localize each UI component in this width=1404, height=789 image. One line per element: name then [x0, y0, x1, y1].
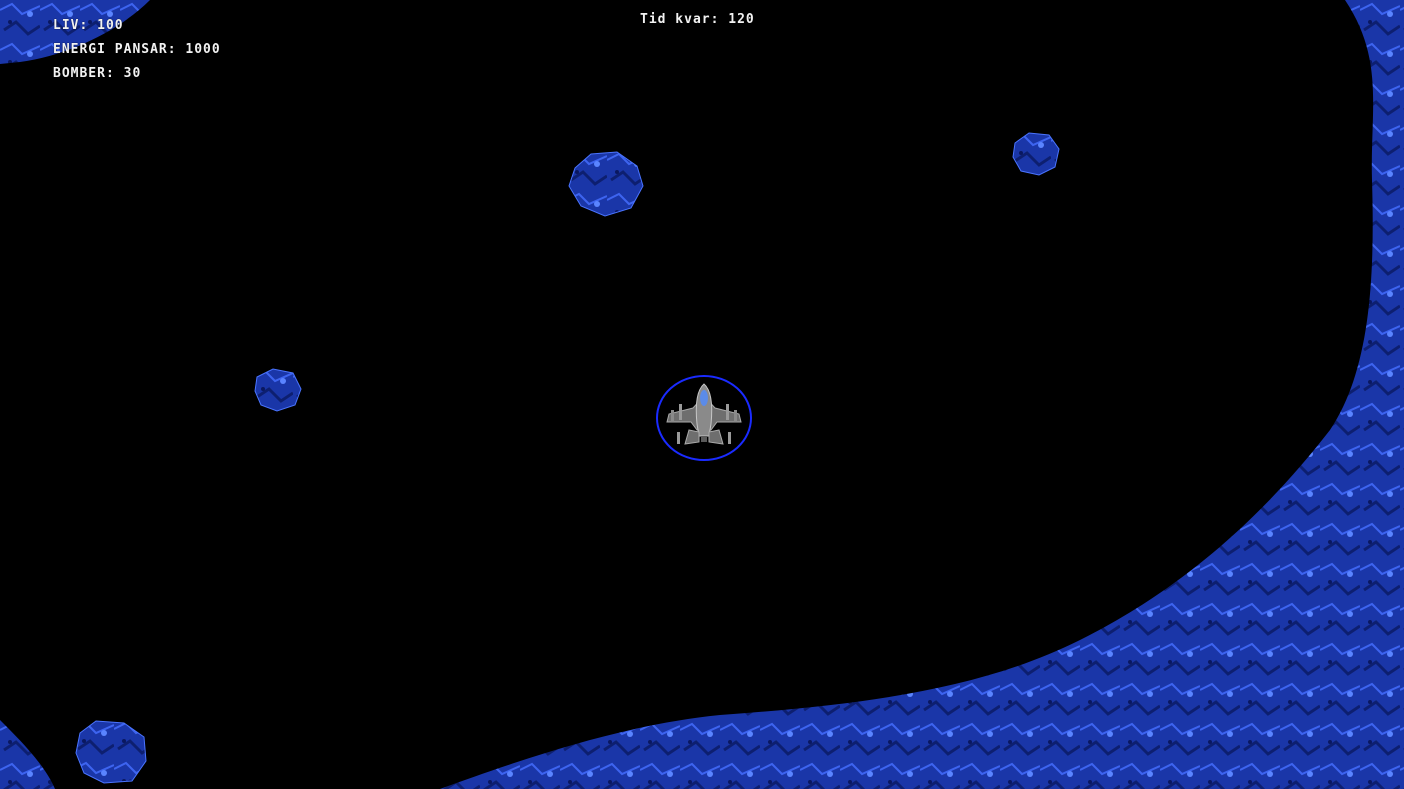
hud-lives-label: LIV: [53, 18, 89, 33]
hud-armor-value: 1000 [185, 42, 221, 57]
hud-bombs-value: 30 [123, 66, 142, 81]
asteroid [75, 720, 147, 784]
terrain-rim-bottom-left [0, 720, 55, 789]
hud-lives-value: 100 [97, 18, 124, 33]
spaceship-icon [666, 383, 742, 445]
terrain-rim-right-bottom [440, 0, 1404, 789]
asteroid [254, 368, 302, 412]
player-ship[interactable] [655, 374, 753, 462]
asteroid [568, 151, 644, 217]
hud-armor-label: ENERGI PANSAR: [53, 42, 177, 57]
game-viewport[interactable]: LIV: 100 ENERGI PANSAR: 1000 BOMBER: 30 … [0, 0, 1404, 789]
asteroid [1012, 132, 1060, 176]
hud-timer-label: Tid kvar: [640, 12, 720, 27]
hud-time-left: Tid kvar: 120 [640, 12, 755, 27]
hud-bombs-label: BOMBER: [53, 66, 115, 81]
hud-bombs: BOMBER: 30 [53, 66, 141, 81]
hud-energy-armor: ENERGI PANSAR: 1000 [53, 42, 221, 57]
hud-timer-value: 120 [728, 12, 755, 27]
hud-lives: LIV: 100 [53, 18, 124, 33]
